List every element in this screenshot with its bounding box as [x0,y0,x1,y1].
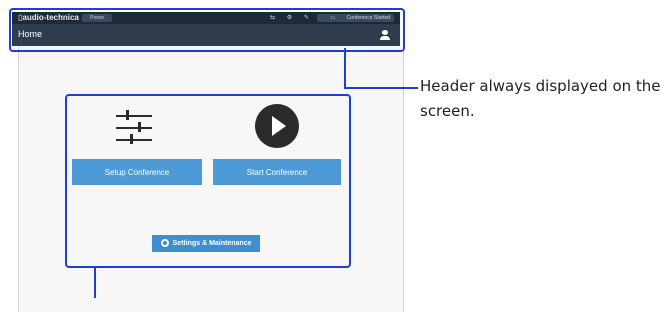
callout-connector [344,48,346,87]
callout-connector [344,87,418,89]
callout-connector [94,266,96,298]
main-highlight [65,94,351,268]
header-note: Header always displayed on the screen. [420,77,661,120]
header-highlight [9,8,405,52]
